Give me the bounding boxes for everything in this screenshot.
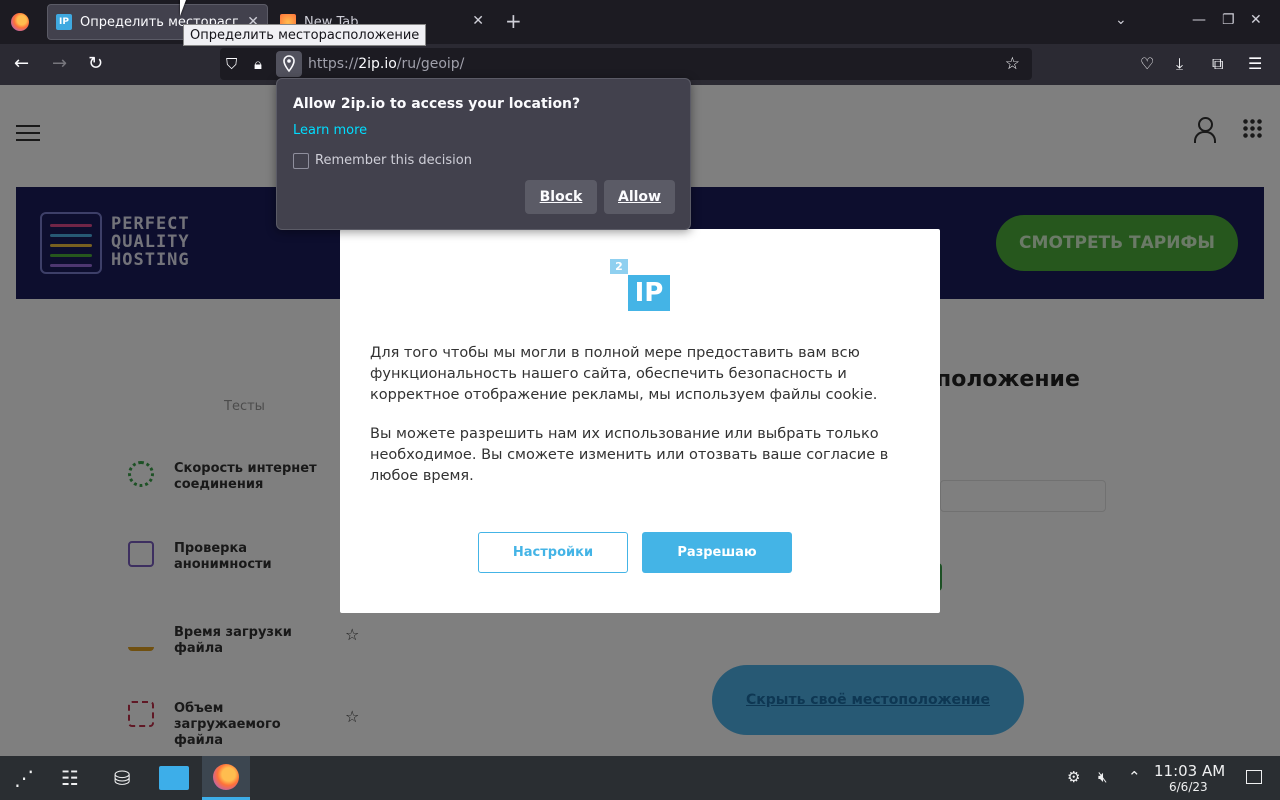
lock-icon[interactable]: 🔒︎ <box>254 55 262 73</box>
volume-muted-icon[interactable]: 🔇︎ <box>1098 768 1107 786</box>
system-settings-icon[interactable]: ☷ <box>46 756 94 800</box>
restore-button[interactable]: ❐ <box>1222 12 1235 28</box>
location-permission-popup: Allow 2ip.io to access your location? Le… <box>276 78 691 230</box>
firefox-taskbar-icon[interactable] <box>202 756 250 800</box>
taskbar: ⋰ ☷ ⛁ ⚙ 🔇︎ ⌃ 11:03 AM 6/6/23 <box>0 756 1280 800</box>
close-window-button[interactable]: ✕ <box>1250 12 1262 28</box>
tab-tooltip: Определить месторасположение <box>183 24 427 46</box>
2ip-favicon-icon: IP <box>56 14 72 30</box>
clock-time[interactable]: 11:03 AM <box>1154 762 1225 780</box>
download-icon[interactable]: ⤓ <box>1176 54 1183 74</box>
reload-button[interactable]: ↻ <box>88 54 103 74</box>
location-permission-icon[interactable] <box>276 51 302 77</box>
cookie-text-1: Для того чтобы мы могли в полной мере пр… <box>370 345 878 403</box>
remember-checkbox[interactable] <box>293 153 309 169</box>
remember-label[interactable]: Remember this decision <box>315 153 472 168</box>
cookie-consent-modal: 2 IP Для того чтобы мы могли в полной ме… <box>340 229 940 613</box>
learn-more-link[interactable]: Learn more <box>293 123 367 138</box>
clock-date[interactable]: 6/6/23 <box>1169 780 1208 794</box>
close-icon[interactable]: ✕ <box>472 13 484 29</box>
show-desktop-button[interactable] <box>1246 770 1262 784</box>
block-button[interactable]: Block <box>525 180 597 214</box>
mouse-cursor-icon <box>180 0 186 16</box>
shield-icon[interactable]: ⛉ <box>226 55 237 73</box>
app-launcher-icon[interactable]: ⋰ <box>0 756 48 800</box>
chevron-down-icon[interactable]: ⌄ <box>1115 12 1127 28</box>
forward-button[interactable]: → <box>52 54 67 74</box>
extensions-icon[interactable]: ⧉ <box>1212 54 1223 74</box>
menu-icon[interactable]: ☰ <box>1248 54 1262 73</box>
chevron-up-icon[interactable]: ⌃ <box>1128 768 1141 786</box>
tab-bar: IP Определить месторасположение ✕ New Ta… <box>0 0 1280 46</box>
firefox-icon <box>11 13 29 31</box>
new-tab-button[interactable]: + <box>505 10 522 32</box>
url-text[interactable]: https://2ip.io/ru/geoip/ <box>308 56 464 72</box>
back-button[interactable]: ← <box>14 54 29 74</box>
allow-button[interactable]: Allow <box>604 180 675 214</box>
cookie-accept-button[interactable]: Разрешаю <box>642 532 792 573</box>
cookie-settings-button[interactable]: Настройки <box>478 532 628 573</box>
permission-title: Allow 2ip.io to access your location? <box>293 96 581 112</box>
discover-store-icon[interactable]: ⛁ <box>98 756 146 800</box>
cookie-text-2: Вы можете разрешить нам их использование… <box>370 426 889 484</box>
url-bar[interactable]: ⛉ 🔒︎ https://2ip.io/ru/geoip/ ☆ <box>220 48 1032 80</box>
file-manager-icon[interactable] <box>150 756 198 800</box>
network-icon[interactable]: ⚙ <box>1067 768 1080 786</box>
minimize-button[interactable]: — <box>1192 12 1206 28</box>
2ip-logo-icon: 2 IP <box>608 259 672 315</box>
bookmark-star-icon[interactable]: ☆ <box>1005 54 1020 74</box>
pocket-icon[interactable]: ♡ <box>1140 54 1154 73</box>
